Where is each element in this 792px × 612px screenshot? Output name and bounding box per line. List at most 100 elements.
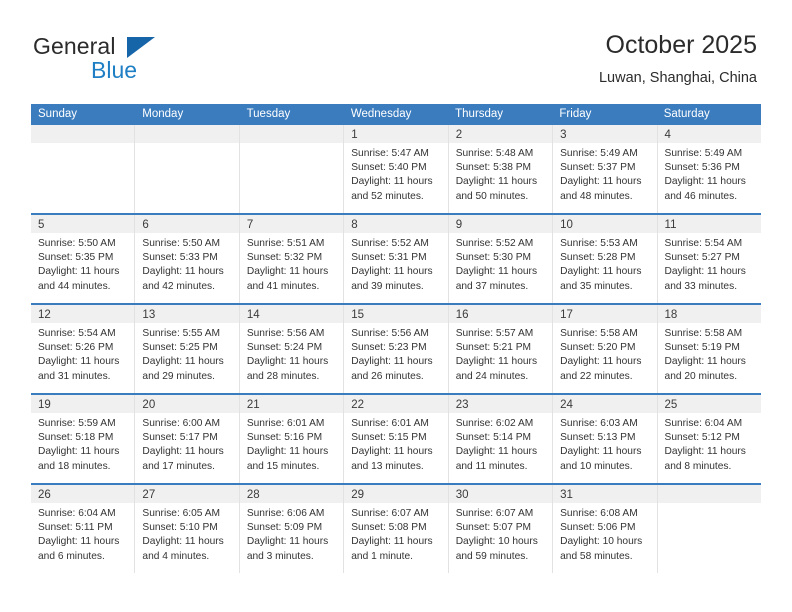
day-details: Sunrise: 5:52 AM Sunset: 5:31 PM Daylight:… — [344, 233, 447, 294]
calendar-day-cell[interactable]: 2 Sunrise: 5:48 AM Sunset: 5:38 PM Daylight… — [448, 125, 554, 213]
day-detail-line: Sunrise: 6:05 AM — [142, 508, 221, 519]
day-details: Sunrise: 6:04 AM Sunset: 5:11 PM Daylight:… — [31, 503, 134, 564]
calendar-day-cell[interactable]: 1 Sunrise: 5:47 AM Sunset: 5:40 PM Daylight… — [344, 125, 449, 213]
calendar-day-cell[interactable]: 30 Sunrise: 6:07 AM Sunset: 5:07 PM Dayligh… — [448, 485, 554, 573]
triangle-icon — [127, 37, 155, 58]
calendar-day-cell[interactable]: 17 Sunrise: 5:58 AM Sunset: 5:20 PM Dayligh… — [553, 305, 658, 393]
calendar-day-cell[interactable]: 15 Sunrise: 5:56 AM Sunset: 5:23 PM Dayligh… — [344, 305, 449, 393]
calendar-day-cell[interactable]: 7 Sunrise: 5:51 AM Sunset: 5:32 PM Daylight… — [239, 215, 345, 303]
calendar-day-cell[interactable]: 28 Sunrise: 6:06 AM Sunset: 5:09 PM Dayligh… — [239, 485, 345, 573]
day-number-band: 21 — [239, 395, 344, 413]
calendar-day-cell[interactable]: 18 Sunrise: 5:58 AM Sunset: 5:19 PM Dayligh… — [657, 305, 761, 393]
day-number: 17 — [560, 309, 573, 321]
day-detail-line: and 39 minutes. — [351, 280, 424, 292]
day-number: 6 — [142, 219, 149, 231]
day-detail-line: and 41 minutes. — [246, 280, 320, 292]
calendar-day-cell[interactable]: 6 Sunrise: 5:50 AM Sunset: 5:33 PM Daylight… — [135, 215, 240, 303]
day-detail-line: Sunrise: 5:58 AM — [560, 328, 638, 339]
day-detail-line: Sunrise: 5:52 AM — [351, 238, 429, 249]
day-number: 5 — [38, 219, 45, 231]
calendar-day-cell[interactable]: 21 Sunrise: 6:01 AM Sunset: 5:16 PM Dayligh… — [239, 395, 345, 483]
day-detail-line: Sunset: 5:26 PM — [38, 342, 114, 354]
calendar-day-cell[interactable]: 9 Sunrise: 5:52 AM Sunset: 5:30 PM Daylight… — [448, 215, 554, 303]
calendar-day-cell[interactable]: 26 Sunrise: 6:04 AM Sunset: 5:11 PM Dayligh… — [31, 485, 136, 573]
calendar-day-cell[interactable]: 5 Sunrise: 5:50 AM Sunset: 5:35 PM Daylight… — [31, 215, 136, 303]
day-details: Sunrise: 5:53 AM Sunset: 5:28 PM Daylight:… — [553, 233, 656, 294]
day-details: Sunrise: 6:06 AM Sunset: 5:09 PM Daylight:… — [240, 503, 343, 564]
day-number-band: 29 — [344, 485, 448, 503]
calendar-day-cell[interactable]: 11 Sunrise: 5:54 AM Sunset: 5:27 PM Dayligh… — [657, 215, 761, 303]
day-detail-line: Sunset: 5:19 PM — [664, 342, 740, 354]
day-details: Sunrise: 5:47 AM Sunset: 5:40 PM Daylight:… — [344, 143, 447, 204]
calendar-day-cell[interactable]: 25 Sunrise: 6:04 AM Sunset: 5:12 PM Dayligh… — [657, 395, 761, 483]
calendar-day-cell[interactable]: 31 Sunrise: 6:08 AM Sunset: 5:06 PM Dayligh… — [553, 485, 658, 573]
weekday-header-tuesday: Tuesday — [246, 108, 291, 120]
day-detail-line: and 59 minutes. — [455, 550, 529, 562]
calendar-day-cell[interactable]: 27 Sunrise: 6:05 AM Sunset: 5:10 PM Dayligh… — [135, 485, 240, 573]
day-detail-line: Daylight: 11 hours — [38, 536, 120, 548]
day-number: 21 — [246, 399, 260, 411]
day-number-band: 18 — [657, 305, 761, 323]
day-detail-line: and 8 minutes. — [664, 460, 732, 472]
day-number-band: 14 — [239, 305, 344, 323]
weekday-header-row: Sunday Monday Tuesday Wednesday Thursday Frid… — [31, 104, 761, 125]
calendar-day-cell[interactable]: 16 Sunrise: 5:57 AM Sunset: 5:21 PM Dayligh… — [448, 305, 554, 393]
calendar-day-cell[interactable]: 13 Sunrise: 5:55 AM Sunset: 5:25 PM Dayligh… — [135, 305, 240, 393]
day-detail-line: Sunrise: 5:49 AM — [664, 148, 743, 159]
calendar-day-cell[interactable]: 3 Sunrise: 5:49 AM Sunset: 5:37 PM Daylight… — [553, 125, 658, 213]
day-detail-line: Daylight: 11 hours — [246, 266, 329, 278]
day-detail-line: Daylight: 11 hours — [560, 446, 642, 458]
brand-logo[interactable]: General Blue — [33, 33, 263, 85]
day-detail-line: Sunset: 5:18 PM — [38, 432, 114, 444]
calendar-day-cell[interactable]: 14 Sunrise: 5:56 AM Sunset: 5:24 PM Dayligh… — [239, 305, 345, 393]
calendar-day-cell[interactable]: 22 Sunrise: 6:01 AM Sunset: 5:15 PM Dayligh… — [344, 395, 449, 483]
calendar-day-cell[interactable]: 29 Sunrise: 6:07 AM Sunset: 5:08 PM Dayligh… — [344, 485, 449, 573]
day-details: Sunrise: 5:58 AM Sunset: 5:20 PM Daylight:… — [553, 323, 656, 384]
day-detail-line: Sunrise: 6:02 AM — [455, 418, 534, 429]
day-number-band: 15 — [344, 305, 448, 323]
day-number-band: 23 — [448, 395, 553, 413]
day-detail-line: Sunrise: 5:51 AM — [246, 238, 325, 249]
calendar-day-cell[interactable]: 24 Sunrise: 6:03 AM Sunset: 5:13 PM Dayligh… — [553, 395, 658, 483]
day-detail-line: Daylight: 11 hours — [246, 536, 329, 548]
calendar-day-cell[interactable]: 12 Sunrise: 5:54 AM Sunset: 5:26 PM Dayligh… — [31, 305, 136, 393]
day-number: 13 — [142, 309, 156, 321]
day-detail-line: Sunrise: 6:07 AM — [351, 508, 429, 519]
brand-top-row: General — [33, 33, 263, 60]
calendar-day-cell[interactable]: 20 Sunrise: 6:00 AM Sunset: 5:17 PM Dayligh… — [135, 395, 240, 483]
day-detail-line: Sunrise: 5:55 AM — [142, 328, 221, 339]
calendar-day-cell[interactable]: 23 Sunrise: 6:02 AM Sunset: 5:14 PM Dayligh… — [448, 395, 554, 483]
day-detail-line: Sunrise: 5:49 AM — [560, 148, 638, 159]
day-detail-line: Daylight: 11 hours — [455, 446, 538, 458]
calendar-cell-empty — [135, 125, 240, 213]
day-number: 20 — [142, 399, 156, 411]
day-detail-line: Daylight: 11 hours — [246, 446, 329, 458]
day-detail-line: and 6 minutes. — [38, 550, 105, 562]
day-detail-line: Sunset: 5:09 PM — [246, 522, 323, 534]
day-number-band: 13 — [135, 305, 239, 323]
calendar-day-cell[interactable]: 8 Sunrise: 5:52 AM Sunset: 5:31 PM Daylight… — [344, 215, 449, 303]
day-number: 1 — [351, 129, 358, 141]
day-detail-line: Daylight: 11 hours — [38, 356, 120, 368]
day-details: Sunrise: 5:51 AM Sunset: 5:32 PM Daylight:… — [240, 233, 343, 294]
calendar-day-cell[interactable]: 10 Sunrise: 5:53 AM Sunset: 5:28 PM Dayligh… — [553, 215, 658, 303]
day-details: Sunrise: 5:49 AM Sunset: 5:36 PM Daylight:… — [658, 143, 761, 204]
day-details: Sunrise: 6:01 AM Sunset: 5:15 PM Daylight:… — [344, 413, 447, 474]
weekday-header-wednesday: Wednesday — [350, 108, 412, 120]
brand-name-blue: Blue — [91, 57, 138, 83]
day-details: Sunrise: 5:56 AM Sunset: 5:23 PM Daylight:… — [344, 323, 447, 384]
day-number-band: 30 — [448, 485, 553, 503]
title-block: October 2025 Luwan, Shanghai, China — [599, 30, 757, 87]
weekday-header-friday: Friday — [559, 108, 592, 120]
day-number: 30 — [455, 489, 469, 501]
calendar-weeks: 1 Sunrise: 5:47 AM Sunset: 5:40 PM Daylight… — [31, 125, 761, 573]
day-details: Sunrise: 5:59 AM Sunset: 5:18 PM Daylight:… — [31, 413, 134, 474]
location-subtitle: Luwan, Shanghai, China — [598, 70, 757, 86]
day-detail-line: and 15 minutes. — [246, 460, 320, 472]
calendar-day-cell[interactable]: 19 Sunrise: 5:59 AM Sunset: 5:18 PM Dayligh… — [31, 395, 136, 483]
day-detail-line: and 10 minutes. — [560, 460, 633, 472]
day-number-band — [657, 485, 761, 503]
calendar-day-cell[interactable]: 4 Sunrise: 5:49 AM Sunset: 5:36 PM Daylight… — [657, 125, 761, 213]
day-detail-line: Sunrise: 5:47 AM — [351, 148, 429, 159]
day-detail-line: Sunrise: 5:52 AM — [455, 238, 534, 249]
